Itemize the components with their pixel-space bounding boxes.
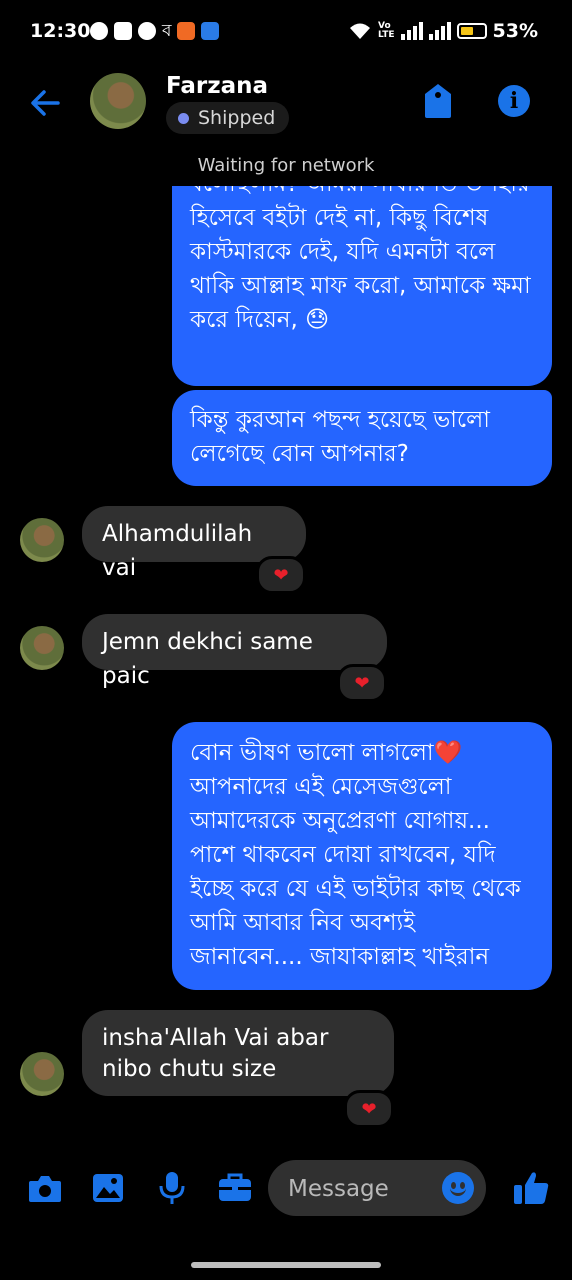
chat-header: Farzana Shipped i <box>0 64 572 144</box>
status-bar: 12:30 ব Vo LTE 53% <box>0 0 572 64</box>
composer-bar <box>0 1150 572 1230</box>
sender-avatar[interactable] <box>20 1052 64 1096</box>
signal-icon <box>400 22 423 40</box>
camera-icon[interactable] <box>27 1174 63 1204</box>
message-input[interactable] <box>286 1172 430 1206</box>
system-indicators: Vo LTE 53% <box>348 20 538 42</box>
label-chip[interactable]: Shipped <box>166 102 290 134</box>
home-indicator <box>191 1262 381 1268</box>
sender-avatar[interactable] <box>20 626 64 670</box>
bengali-app-icon: ব <box>162 21 172 41</box>
tag-icon[interactable] <box>420 82 456 120</box>
message-text: কিন্তু কুরআন পছন্দ হয়েছে ভালো লেগেছে বো… <box>190 407 490 467</box>
youtube-icon <box>114 22 132 40</box>
incoming-message[interactable]: Alhamdulilah vai <box>82 506 306 581</box>
battery-icon <box>456 23 487 39</box>
info-icon[interactable]: i <box>498 85 530 117</box>
message-text: Jemn dekhci same paic <box>102 629 313 689</box>
emoji-icon[interactable] <box>442 1172 474 1204</box>
incoming-message[interactable]: insha'Allah Vai abar nibo chutu size <box>82 1010 394 1096</box>
sender-avatar[interactable] <box>20 518 64 562</box>
message-text: বোন ভীষণ ভালো লাগলো❤️ আপনাদের এই মেসেজগু… <box>190 740 521 970</box>
status-time: 12:30 <box>30 20 91 42</box>
whatsapp-icon <box>90 22 108 40</box>
messenger-icon <box>138 22 156 40</box>
contact-name[interactable]: Farzana <box>166 73 268 99</box>
outgoing-message[interactable]: কিন্তু কুরআন পছন্দ হয়েছে ভালো লেগেছে বো… <box>172 390 552 486</box>
network-status-text: Waiting for network <box>197 155 375 176</box>
back-arrow-icon[interactable] <box>28 86 62 120</box>
message-text: বলেছিলাম? আমরা সাধারণত উপহার হিসেবে বইটা… <box>190 186 531 333</box>
outgoing-message[interactable]: বলেছিলাম? আমরা সাধারণত উপহার হিসেবে বইটা… <box>172 186 552 386</box>
notification-icons: ব <box>90 21 220 41</box>
wifi-icon <box>349 23 370 39</box>
gallery-icon[interactable] <box>91 1172 125 1204</box>
battery-fill <box>460 27 473 35</box>
briefcase-icon[interactable] <box>217 1172 253 1204</box>
label-dot-icon <box>178 113 189 124</box>
label-text: Shipped <box>198 107 276 129</box>
message-field[interactable] <box>268 1160 486 1216</box>
reaction-heart-icon[interactable]: ❤ <box>256 556 306 594</box>
reaction-heart-icon[interactable]: ❤ <box>344 1090 394 1128</box>
network-status: Waiting for network <box>0 155 572 176</box>
reaction-heart-icon[interactable]: ❤ <box>337 664 387 702</box>
orange-app-icon <box>177 22 196 40</box>
message-text: insha'Allah Vai abar nibo chutu size <box>102 1025 329 1082</box>
blue-app-icon <box>201 22 220 40</box>
thumbs-up-icon[interactable] <box>512 1170 550 1206</box>
volte-icon: Vo LTE <box>377 21 395 40</box>
microphone-icon[interactable] <box>157 1170 187 1206</box>
battery-percent: 53% <box>492 20 538 42</box>
signal-icon <box>428 22 451 40</box>
outgoing-message[interactable]: বোন ভীষণ ভালো লাগলো❤️ আপনাদের এই মেসেজগু… <box>172 722 552 990</box>
contact-avatar[interactable] <box>90 73 146 129</box>
incoming-message[interactable]: Jemn dekhci same paic <box>82 614 387 689</box>
